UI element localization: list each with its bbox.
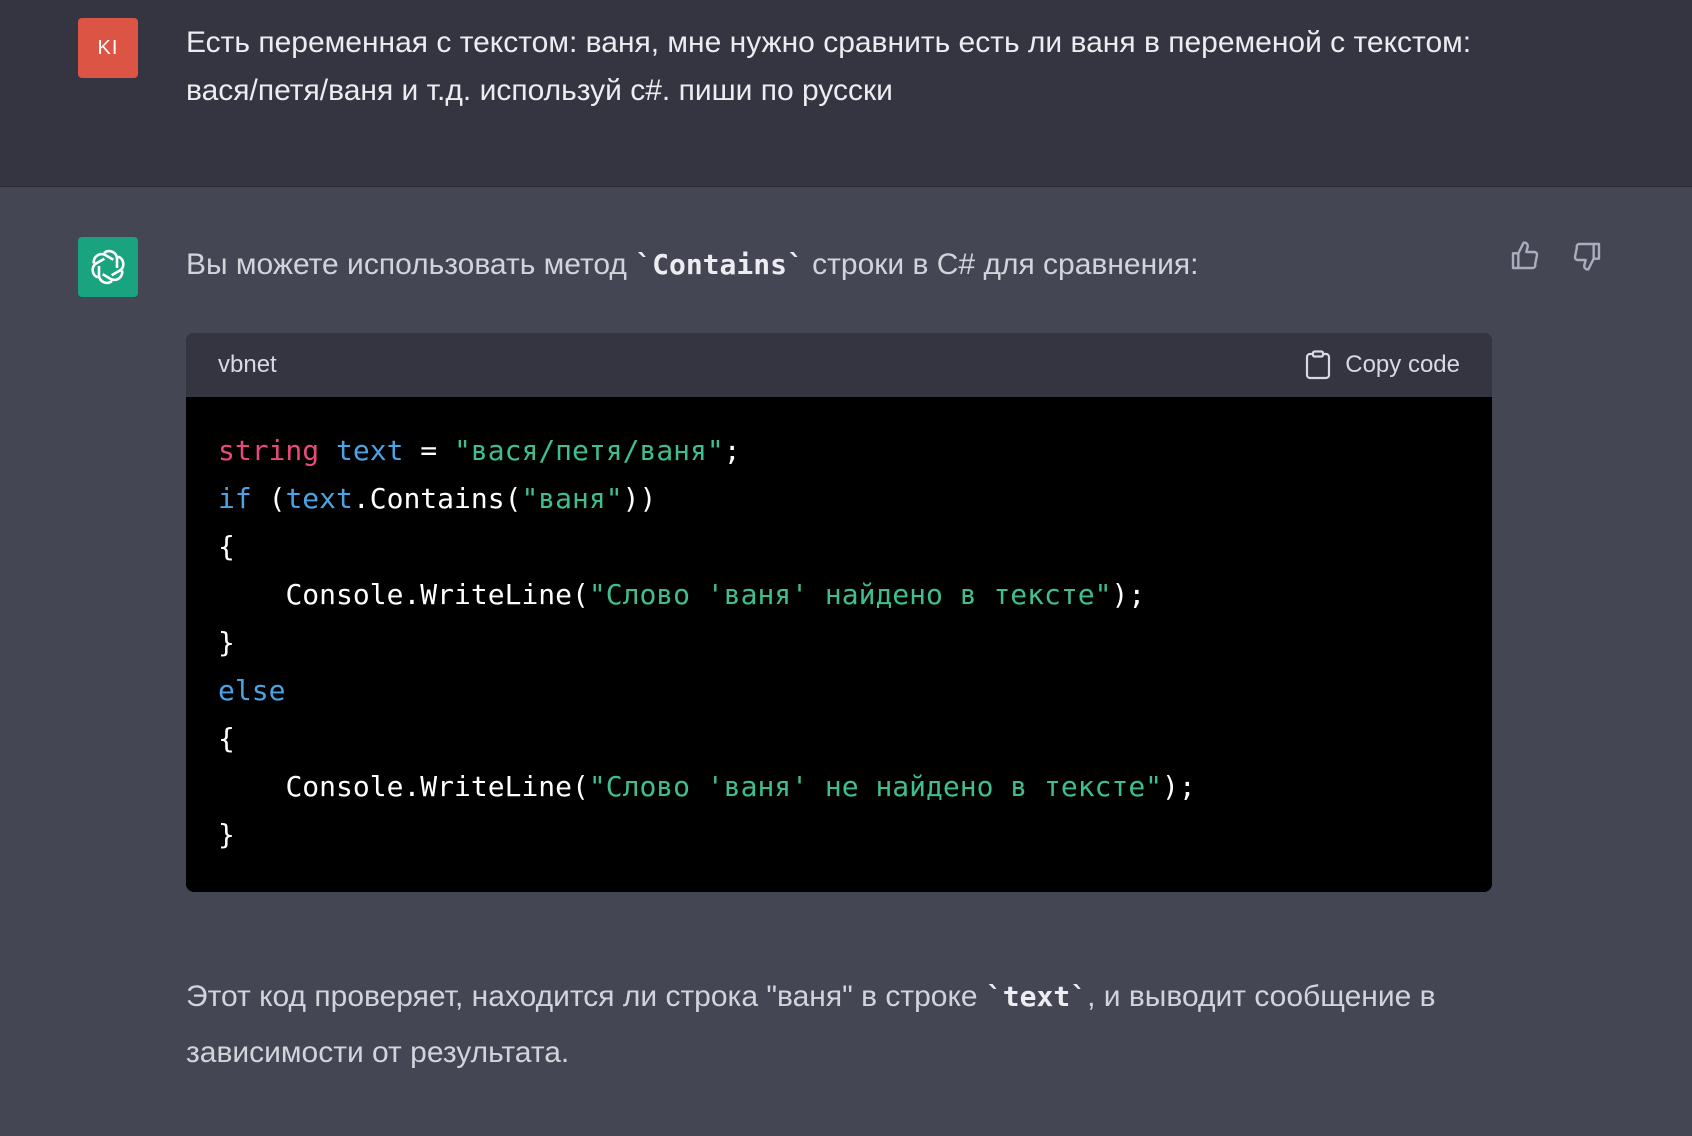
assistant-message-row: Вы можете использовать метод `Contains` … (0, 187, 1692, 1136)
code-token: string (218, 434, 320, 467)
clipboard-icon (1306, 350, 1331, 380)
assistant-avatar (78, 237, 138, 297)
outro-text-before: Этот код проверяет, находится ли строка … (186, 980, 986, 1013)
code-token: Console.WriteLine( (285, 578, 589, 611)
code-line: else (218, 674, 286, 707)
code-token: Console.WriteLine( (285, 770, 589, 803)
user-avatar-initials: KI (97, 36, 119, 59)
thumbs-down-button[interactable] (1570, 239, 1604, 273)
user-avatar: KI (78, 18, 138, 78)
code-block: vbnet Copy code string text = "вася/петя… (186, 333, 1492, 892)
code-token: text (336, 434, 404, 467)
assistant-intro-text: Вы можете использовать метод `Contains` … (186, 241, 1199, 289)
intro-text-before: Вы можете использовать метод (186, 248, 636, 281)
outro-inline-code: `text` (985, 980, 1088, 1013)
user-message-row: KI Есть переменная с текстом: ваня, мне … (0, 0, 1692, 187)
code-token: "вася/петя/ваня" (454, 434, 724, 467)
code-token: if (218, 482, 252, 515)
openai-logo-icon (91, 249, 125, 285)
intro-inline-code: `Contains` (635, 248, 804, 281)
code-line: { (218, 722, 235, 755)
code-token: "Слово 'ваня' найдено в тексте" (588, 578, 1112, 611)
code-content: string text = "вася/петя/ваня"; if (text.… (186, 397, 1492, 889)
code-token: )) (622, 482, 657, 515)
code-token: ); (1111, 578, 1146, 611)
code-token: = (403, 434, 455, 467)
code-language-label: vbnet (218, 351, 277, 378)
code-line: { (218, 530, 235, 563)
thumbs-up-button[interactable] (1508, 239, 1542, 273)
code-token: "Слово 'ваня' не найдено в тексте" (588, 770, 1163, 803)
assistant-outro-text: Этот код проверяет, находится ли строка … (186, 969, 1526, 1081)
code-line: } (218, 818, 235, 851)
code-token: ); (1162, 770, 1196, 803)
copy-code-button[interactable]: Copy code (1305, 350, 1460, 380)
code-line: if (text.Contains("ваня")) (218, 475, 1460, 523)
user-message-text: Есть переменная с текстом: ваня, мне нуж… (186, 26, 1472, 107)
thumbs-up-icon (1511, 241, 1539, 270)
copy-code-label: Copy code (1345, 351, 1460, 378)
code-block-header: vbnet Copy code (186, 333, 1492, 397)
code-line: string text = "вася/петя/ваня"; (218, 427, 1460, 475)
code-line: Console.WriteLine("Слово 'ваня' не найде… (218, 763, 1460, 811)
code-token: ; (723, 434, 741, 467)
code-token: ( (251, 482, 286, 515)
code-token: .Contains( (352, 482, 522, 515)
code-line: Console.WriteLine("Слово 'ваня' найдено … (218, 571, 1460, 619)
code-line: } (218, 626, 235, 659)
code-token: "ваня" (521, 482, 623, 515)
feedback-buttons (1508, 239, 1604, 273)
code-token: text (285, 482, 353, 515)
thumbs-down-icon (1573, 242, 1601, 271)
intro-text-after: строки в C# для сравнения: (803, 248, 1199, 281)
